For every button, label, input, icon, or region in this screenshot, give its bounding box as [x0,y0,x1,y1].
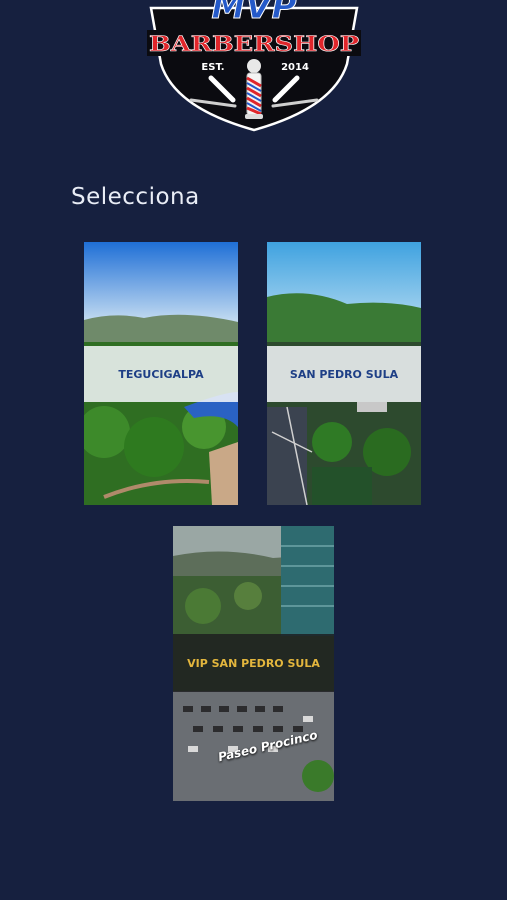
mvp-barbershop-logo: MVP BARBERSHOP EST. 2014 [147,0,361,132]
location-label-san-pedro-sula: SAN PEDRO SULA [267,346,421,402]
barber-pole-icon [245,59,263,119]
location-card-vip-san-pedro-sula[interactable]: VIP SAN PEDRO SULA Paseo Procinco [173,526,334,801]
location-label-vip-san-pedro-sula: VIP SAN PEDRO SULA [173,634,334,692]
logo-name: MVP [211,0,296,27]
logo-title: BARBERSHOP [149,31,359,56]
location-label-tegucigalpa: TEGUCIGALPA [84,346,238,402]
location-card-san-pedro-sula[interactable]: SAN PEDRO SULA [267,242,421,505]
select-prompt: Selecciona [71,184,200,210]
location-card-tegucigalpa[interactable]: TEGUCIGALPA [84,242,238,505]
logo-est: EST. [201,62,224,73]
logo-year: 2014 [281,62,309,73]
